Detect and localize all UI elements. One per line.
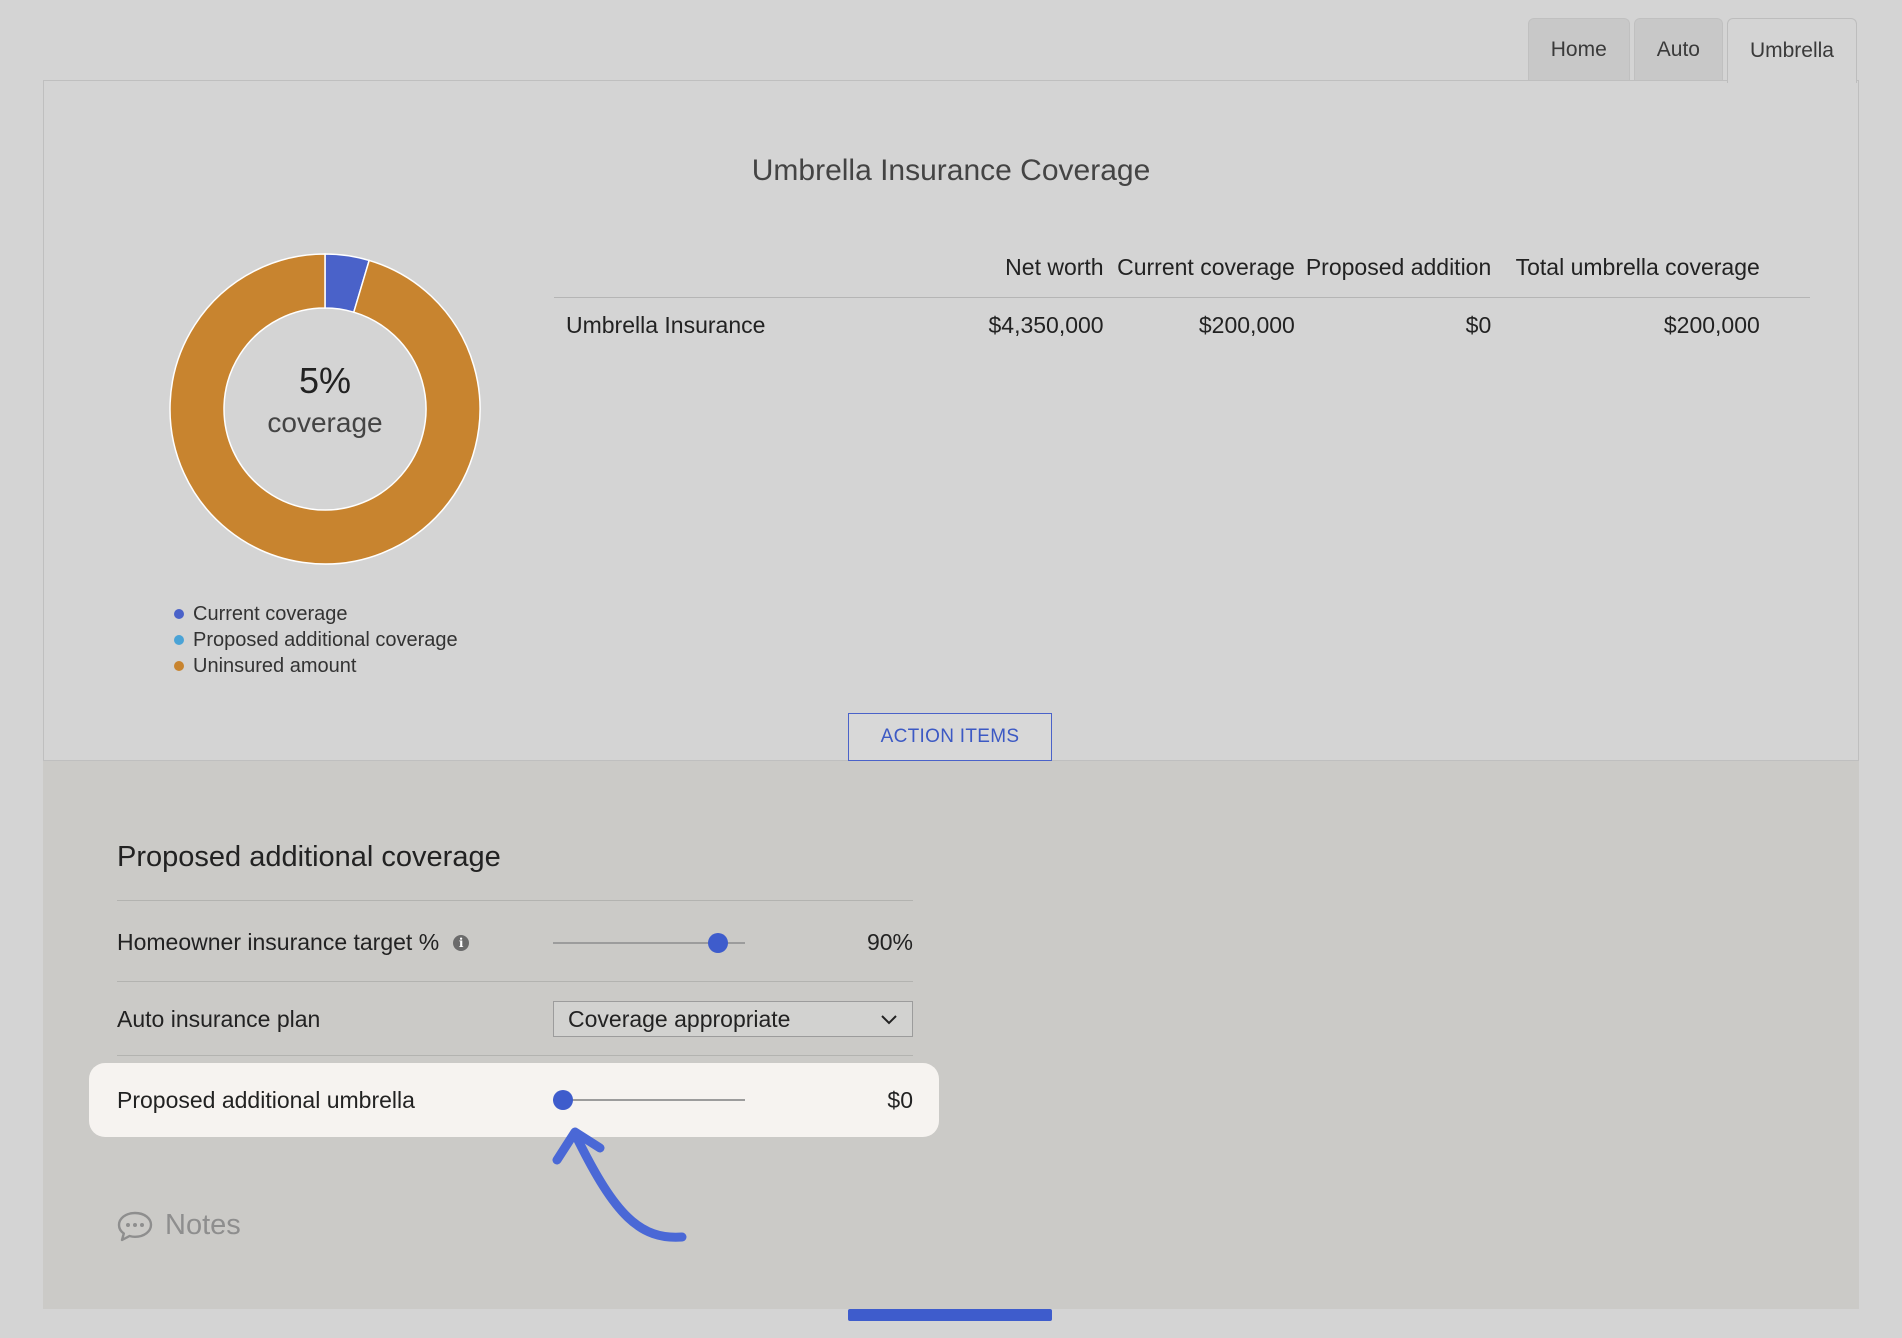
tab-bar: Home Auto Umbrella [1527,18,1857,83]
umbrella-row: Proposed additional umbrella $0 [117,1079,913,1121]
tab-home[interactable]: Home [1527,18,1630,81]
homeowner-target-slider[interactable] [553,932,745,953]
coverage-percent: 5% [298,360,352,401]
auto-plan-select[interactable]: Coverage appropriate [553,1001,913,1037]
coverage-table: Net worth Current coverage Proposed addi… [554,241,1810,353]
cell-total-umbrella: $200,000 [1663,312,1760,338]
action-items-button[interactable]: ACTION ITEMS [848,713,1052,761]
info-icon[interactable]: i [453,934,470,951]
column-header-proposed-addition: Proposed addition [1294,241,1492,298]
coverage-panel: Umbrella Insurance Coverage 5% coverage … [43,80,1859,761]
column-header-name [554,241,899,298]
legend-dot [174,661,184,671]
cell-net-worth: $4,350,000 [988,312,1104,338]
column-header-total-umbrella: Total umbrella coverage [1491,241,1760,298]
cell-spacer [1760,298,1810,354]
legend-dot [174,635,184,645]
legend-dot [174,609,184,619]
notes-button[interactable]: Notes [117,1209,241,1242]
legend-label: Proposed additional coverage [193,629,458,651]
legend-label: Uninsured amount [193,655,357,677]
tab-umbrella[interactable]: Umbrella [1726,18,1857,83]
section-title: Proposed additional coverage [117,841,501,873]
table-header-row: Net worth Current coverage Proposed addi… [554,241,1810,298]
auto-plan-row: Auto insurance plan Coverage appropriate [117,1001,913,1037]
homeowner-target-label-wrap: Homeowner insurance target % i [117,929,553,956]
pointer-arrow-icon [552,1127,687,1242]
slider-thumb[interactable] [707,932,728,953]
chart-legend: Current coverage Proposed additional cov… [174,601,458,679]
tab-auto[interactable]: Auto [1633,18,1723,81]
slider-track [553,1099,745,1101]
cell-current-coverage: $200,000 [1198,312,1295,338]
legend-item-proposed: Proposed additional coverage [174,627,458,653]
coverage-label: coverage [267,407,383,438]
homeowner-target-row: Homeowner insurance target % i 90% [117,929,913,956]
homeowner-target-value: 90% [866,929,913,955]
column-spacer [1759,241,1810,298]
donut-center: 5% coverage [165,359,485,443]
cell-proposed-addition: $0 [1465,312,1492,338]
slider-thumb[interactable] [553,1090,573,1110]
divider [117,981,913,982]
cell-name: Umbrella Insurance [566,312,766,338]
umbrella-value: $0 [887,1086,913,1113]
table-row: Umbrella Insurance $4,350,000 $200,000 $… [554,298,1810,354]
auto-plan-selected: Coverage appropriate [568,1005,791,1032]
bottom-bar [848,1309,1052,1321]
chat-bubble-icon [117,1211,153,1241]
legend-item-uninsured: Uninsured amount [174,653,458,679]
proposed-coverage-panel: Proposed additional coverage Homeowner i… [43,761,1859,1309]
notes-label: Notes [165,1209,241,1241]
umbrella-label: Proposed additional umbrella [117,1086,415,1113]
column-header-net-worth: Net worth [898,241,1104,298]
auto-plan-label: Auto insurance plan [117,1005,321,1032]
chart-title: Umbrella Insurance Coverage [751,154,1151,187]
homeowner-target-label: Homeowner insurance target % [117,929,440,955]
legend-item-current: Current coverage [174,601,458,627]
divider [117,1055,913,1056]
chevron-down-icon [881,1015,897,1025]
column-header-current-coverage: Current coverage [1103,241,1295,298]
umbrella-slider[interactable] [553,1090,745,1110]
legend-label: Current coverage [193,603,348,625]
divider [117,900,913,901]
